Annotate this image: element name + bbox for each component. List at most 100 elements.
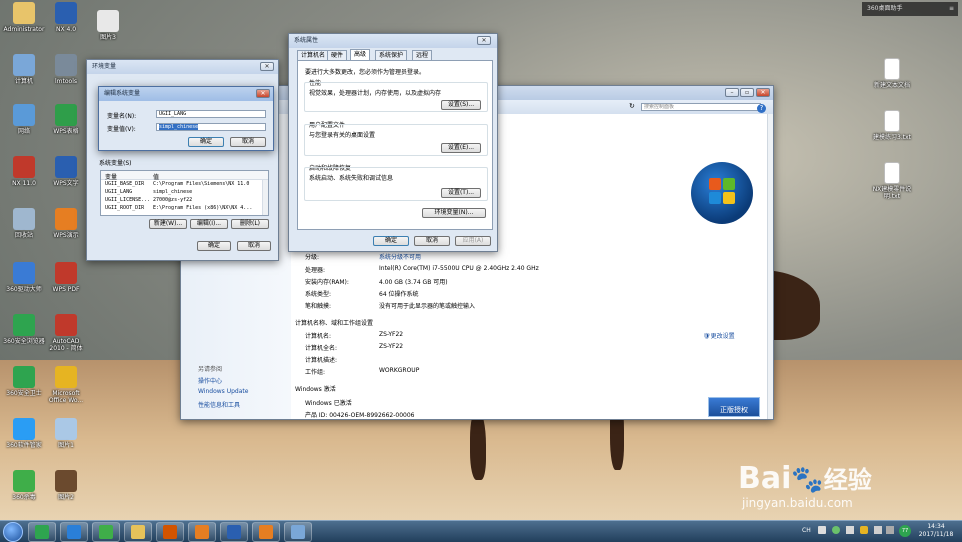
search-input[interactable]: 搜索控制面板 — [641, 103, 761, 111]
desktop-icon-administrator-folder[interactable]: Administrator — [2, 2, 46, 33]
table-row[interactable]: UGII_LICENSE... 27000@zs-yf22 — [101, 197, 261, 205]
ok-button[interactable]: 确定 — [188, 137, 224, 147]
close-button[interactable]: ✕ — [256, 89, 270, 98]
word-icon — [227, 525, 241, 539]
system-vars-list[interactable]: 变量 值 UGII_BASE_DIR C:\Program Files\Sieme… — [100, 170, 269, 216]
link-windows-update[interactable]: Windows Update — [198, 388, 248, 395]
performance-settings-button[interactable]: 设置(S)... — [441, 100, 481, 110]
desktop-icon-nx4-shortcut[interactable]: NX 4.0 — [44, 2, 88, 33]
start-button[interactable] — [3, 522, 23, 542]
maximize-button[interactable]: ▫ — [740, 88, 754, 97]
cancel-button[interactable]: 取消 — [237, 241, 271, 251]
desktop-icon-office-word[interactable]: Microsoft Office Wo... — [44, 366, 88, 404]
desktop-icon-360-browser[interactable]: 360安全浏览器 — [2, 314, 46, 345]
input-language-indicator[interactable]: CH — [802, 527, 811, 534]
desktop-icon-wps-presentation[interactable]: WPS演示 — [44, 208, 88, 239]
computer-icon — [13, 54, 35, 76]
wps-presentation-icon — [259, 525, 273, 539]
profile-settings-button[interactable]: 设置(E)... — [441, 143, 481, 153]
taskbar-button-wps-presentation[interactable] — [252, 522, 280, 542]
close-button[interactable]: ✕ — [477, 36, 491, 45]
vertical-scrollbar[interactable] — [767, 114, 773, 419]
taskbar-button-360-icon[interactable] — [28, 522, 56, 542]
desktop-icon-computer[interactable]: 计算机 — [2, 54, 46, 85]
new-variable-button[interactable]: 新建(W)... — [149, 219, 187, 229]
tab-hardware[interactable]: 硬件 — [327, 50, 348, 60]
volume-icon[interactable] — [874, 526, 882, 534]
minimize-button[interactable]: – — [725, 88, 739, 97]
desktop-icon-network[interactable]: 网络 — [2, 104, 46, 135]
desktop-icon-image2[interactable]: 图片2 — [44, 470, 88, 501]
change-settings-link[interactable]: 🛡更改设置 — [703, 331, 735, 340]
image2-icon — [55, 470, 77, 492]
cancel-button[interactable]: 取消 — [230, 137, 266, 147]
genuine-badge[interactable]: 正版授权 — [708, 397, 760, 417]
security-tray-icon[interactable] — [832, 526, 840, 534]
ok-button[interactable]: 确定 — [197, 241, 231, 251]
explorer-icon — [131, 525, 145, 539]
apply-button[interactable]: 应用(A) — [455, 236, 491, 246]
help-icon[interactable]: ? — [757, 104, 766, 113]
refresh-icon[interactable]: ↻ — [629, 102, 635, 110]
desktop-icon-wps-pdf[interactable]: WPS PDF — [44, 262, 88, 293]
table-row[interactable]: UGII_BASE_DIR C:\Program Files\Siemens\NX… — [101, 181, 261, 189]
network-icon[interactable] — [846, 526, 854, 534]
desktop-icon-text-file[interactable]: 新建文本文档 — [870, 58, 914, 89]
keyboard-icon[interactable] — [818, 526, 826, 534]
startup-settings-button[interactable]: 设置(T)... — [441, 188, 481, 198]
edit-variable-button[interactable]: 编辑(I)... — [190, 219, 228, 229]
menu-icon[interactable]: ≡ — [949, 2, 954, 16]
taskbar-button-media-player[interactable] — [156, 522, 184, 542]
taskbar-button-360-browser[interactable] — [92, 522, 120, 542]
cancel-button[interactable]: 取消 — [414, 236, 450, 246]
desktop-icon-360-software-manager[interactable]: 360软件管家 — [2, 418, 46, 449]
variable-name-input[interactable]: UGII_LANG — [156, 110, 266, 118]
desktop-icon-text-file[interactable]: 建模练习3.txt — [870, 110, 914, 141]
variable-name-cell: UGII_LANG — [105, 189, 133, 195]
tab-remote[interactable]: 远程 — [412, 50, 433, 60]
taskbar-button-explorer[interactable] — [124, 522, 152, 542]
desktop-icon-wps-spreadsheet[interactable]: WPS表格 — [44, 104, 88, 135]
variable-value-input[interactable]: simpl_chinese — [156, 123, 266, 131]
tab-system-protection[interactable]: 系统保护 — [375, 50, 408, 60]
power-icon[interactable] — [886, 526, 894, 534]
desktop-icon-text-file[interactable]: NX建模零件说明.txt — [870, 162, 914, 200]
close-button[interactable]: ✕ — [260, 62, 274, 71]
list-scrollbar[interactable] — [262, 180, 268, 215]
notification-icon[interactable] — [860, 526, 868, 534]
table-row[interactable]: UGII_LANG simpl_chinese — [101, 189, 261, 197]
desktop-icon-recycle-bin[interactable]: 回收站 — [2, 208, 46, 239]
desktop-icon-image1[interactable]: 图片1 — [44, 418, 88, 449]
desktop-icon-label: WPS PDF — [52, 286, 80, 293]
desktop-icon-lmtools[interactable]: lmtools — [44, 54, 88, 85]
column-header-variable[interactable]: 变量 — [105, 172, 117, 181]
taskbar-button-ie-browser[interactable] — [60, 522, 88, 542]
desktop-icon-360-driver[interactable]: 360驱动大师 — [2, 262, 46, 293]
link-performance-tools[interactable]: 性能信息和工具 — [198, 400, 240, 409]
close-button[interactable]: ✕ — [756, 88, 770, 97]
desktop-icon-autocad-2010[interactable]: AutoCAD 2010 - 简体 — [44, 314, 88, 352]
clock[interactable]: 14:34 2017/11/18 — [914, 523, 958, 539]
desktop-icon-label: Administrator — [3, 26, 45, 33]
computer-name-value: ZS-YF22 — [379, 331, 404, 338]
360-badge-icon[interactable]: 77 — [899, 525, 911, 537]
desktop-icon-360-antivirus[interactable]: 360杀毒 — [2, 470, 46, 501]
taskbar-button-word[interactable] — [220, 522, 248, 542]
taskbar-button-paint[interactable] — [188, 522, 216, 542]
ok-button[interactable]: 确定 — [373, 236, 409, 246]
tab-advanced[interactable]: 高级 — [350, 49, 371, 60]
table-row[interactable]: UGII_ROOT_DIR E:\Program Files (x86)\NX\N… — [101, 205, 261, 213]
desktop-icon-360-security[interactable]: 360安全卫士 — [2, 366, 46, 397]
delete-variable-button[interactable]: 删除(L) — [231, 219, 269, 229]
tab-computer-name[interactable]: 计算机名 — [297, 50, 330, 60]
column-header-value[interactable]: 值 — [153, 172, 159, 181]
desktop-assistant-widget[interactable]: 360桌面助手 ≡ — [862, 2, 958, 16]
desktop-icon-image3[interactable]: 图片3 — [86, 10, 130, 41]
desktop-icon-nx11-shortcut[interactable]: NX 11.0 — [2, 156, 46, 187]
desktop-icon-wps-writer[interactable]: WPS文字 — [44, 156, 88, 187]
link-action-center[interactable]: 操作中心 — [198, 376, 222, 385]
rating-link[interactable]: 系统分级不可用 — [379, 252, 421, 261]
taskbar-button-system-settings[interactable] — [284, 522, 312, 542]
desktop-icon-label: 图片1 — [58, 442, 74, 449]
environment-variables-button[interactable]: 环境变量(N)... — [422, 208, 486, 218]
